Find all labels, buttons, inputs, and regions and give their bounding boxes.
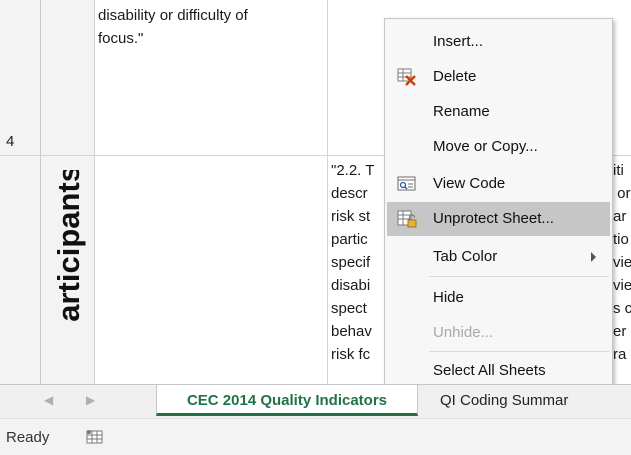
menu-item-tab-color[interactable]: Tab Color — [387, 240, 610, 274]
cell-b-text[interactable]: disability or difficulty of focus." — [98, 4, 248, 50]
scroll-tabs-left-icon[interactable]: ◀ — [44, 393, 53, 407]
column-divider — [327, 0, 328, 384]
menu-item-unhide: Unhide... — [387, 316, 610, 350]
menu-item-hide[interactable]: Hide — [387, 281, 610, 315]
sheet-tab-bar: ◀ ▶ CEC 2014 Quality Indicators QI Codin… — [0, 384, 631, 418]
row-number[interactable]: 4 — [6, 133, 14, 150]
vertical-category-label: articipants — [42, 170, 92, 384]
menu-item-label: Delete — [433, 68, 477, 85]
menu-item-insert[interactable]: Insert... — [387, 25, 610, 59]
scroll-tabs-right-icon[interactable]: ▶ — [86, 393, 95, 407]
vertical-label-text: articipants — [51, 170, 86, 322]
macro-recording-icon[interactable] — [86, 429, 104, 445]
menu-item-label: View Code — [433, 175, 506, 192]
menu-separator — [429, 351, 609, 352]
menu-item-delete[interactable]: Delete — [387, 60, 610, 94]
menu-item-select-all-sheets[interactable]: Select All Sheets — [387, 354, 610, 388]
menu-separator — [429, 276, 609, 277]
view-code-icon — [397, 175, 417, 193]
menu-item-label: Select All Sheets — [433, 362, 546, 379]
menu-item-label: Unhide... — [433, 324, 494, 341]
delete-sheet-icon — [397, 68, 417, 86]
menu-item-label: Rename — [433, 103, 490, 120]
menu-item-move-or-copy[interactable]: Move or Copy... — [387, 130, 610, 164]
column-divider — [94, 0, 95, 384]
menu-item-rename[interactable]: Rename — [387, 95, 610, 129]
sheet-tab-context-menu: Insert... Delete Rename Move or Copy... — [384, 18, 613, 393]
menu-item-label: Move or Copy... — [433, 138, 538, 155]
cell-c-text[interactable]: "2.2. T descr risk st partic specif disa… — [331, 159, 374, 366]
cell-d-text[interactable]: iti or ar tio vie vie s c er ra — [613, 159, 631, 366]
status-bar: Ready — [0, 418, 631, 455]
unprotect-sheet-icon — [397, 210, 417, 228]
sheet-tab-active[interactable]: CEC 2014 Quality Indicators — [156, 385, 418, 416]
menu-item-view-code[interactable]: View Code — [387, 167, 610, 201]
row-header-column — [0, 0, 41, 384]
sheet-tab-inactive[interactable]: QI Coding Summar — [420, 385, 631, 416]
menu-item-label: Tab Color — [433, 248, 498, 265]
submenu-arrow-icon — [591, 252, 596, 262]
status-ready-text: Ready — [6, 429, 50, 446]
menu-item-label: Hide — [433, 289, 464, 306]
menu-item-unprotect-sheet[interactable]: Unprotect Sheet... — [387, 202, 610, 236]
menu-item-label: Insert... — [433, 33, 484, 50]
menu-item-label: Unprotect Sheet... — [433, 210, 554, 227]
